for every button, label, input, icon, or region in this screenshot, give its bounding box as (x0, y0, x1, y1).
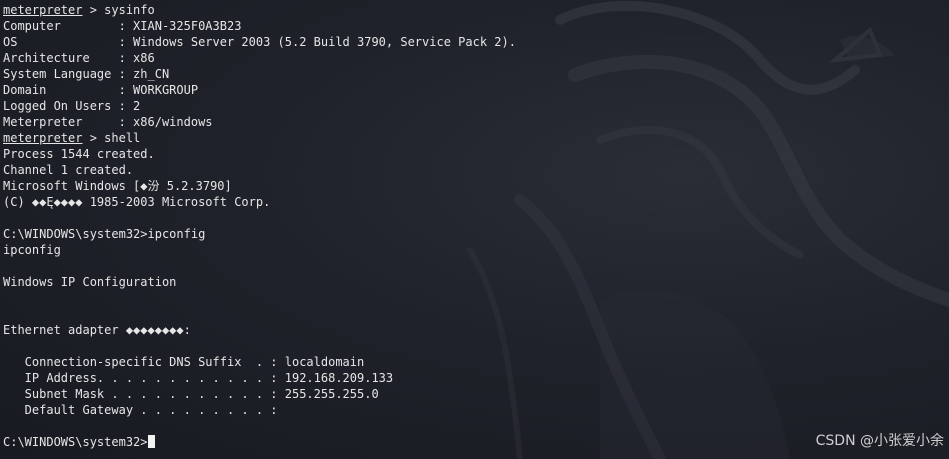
line-text: Process 1544 created. (3, 147, 155, 161)
terminal-line: Meterpreter : x86/windows (3, 114, 516, 130)
terminal-line: C:\WINDOWS\system32> (3, 434, 516, 450)
line-text: Connection-specific DNS Suffix . : local… (3, 355, 365, 369)
terminal-output: meterpreter > sysinfo Computer : XIAN-325… (3, 2, 516, 450)
terminal-line: OS : Windows Server 2003 (5.2 Build 3790… (3, 34, 516, 50)
terminal-line: Ethernet adapter ◆◆◆◆◆◆◆◆: (3, 322, 516, 338)
terminal-line: Windows IP Configuration (3, 274, 516, 290)
line-text: Ethernet adapter ◆◆◆◆◆◆◆◆: (3, 323, 191, 337)
line-text: OS : Windows Server 2003 (5.2 Build 3790… (3, 35, 516, 49)
line-text: C:\WINDOWS\system32>ipconfig (3, 227, 206, 241)
terminal-line: Microsoft Windows [◆汾 5.2.3790] (3, 178, 516, 194)
line-text: Subnet Mask . . . . . . . . . . . : 255.… (3, 387, 379, 401)
line-text: Meterpreter : x86/windows (3, 115, 213, 129)
line-text: > sysinfo (82, 3, 155, 17)
terminal-line: Logged On Users : 2 (3, 98, 516, 114)
line-text: Computer : XIAN-325F0A3B23 (3, 19, 242, 33)
text-cursor[interactable] (147, 435, 155, 448)
terminal-line: Computer : XIAN-325F0A3B23 (3, 18, 516, 34)
meterpreter-prompt: meterpreter (3, 131, 83, 145)
terminal-line: C:\WINDOWS\system32>ipconfig (3, 226, 516, 242)
terminal-line: ipconfig (3, 242, 516, 258)
line-text: (C) ◆◆Ę◆◆◆◆ 1985-2003 Microsoft Corp. (3, 195, 271, 209)
line-text: Microsoft Windows [◆汾 5.2.3790] (3, 179, 232, 193)
csdn-watermark: CSDN @小张爱小余 (815, 433, 944, 449)
line-text: ipconfig (3, 243, 61, 257)
line-text: Architecture : x86 (3, 51, 155, 65)
terminal-line: Process 1544 created. (3, 146, 516, 162)
line-text: System Language : zh_CN (3, 67, 170, 81)
terminal-line: Channel 1 created. (3, 162, 516, 178)
terminal-line: Default Gateway . . . . . . . . . : (3, 402, 516, 418)
terminal-line: meterpreter > sysinfo (3, 2, 516, 18)
line-text: Channel 1 created. (3, 163, 134, 177)
terminal-line: Connection-specific DNS Suffix . : local… (3, 354, 516, 370)
terminal-line: Subnet Mask . . . . . . . . . . . : 255.… (3, 386, 516, 402)
line-text: Windows IP Configuration (3, 275, 177, 289)
line-text: Logged On Users : 2 (3, 99, 141, 113)
terminal-line: meterpreter > shell (3, 130, 516, 146)
line-text: C:\WINDOWS\system32> (3, 435, 148, 449)
line-text: Domain : WORKGROUP (3, 83, 199, 97)
line-text: Default Gateway . . . . . . . . . : (3, 403, 278, 417)
terminal-line: (C) ◆◆Ę◆◆◆◆ 1985-2003 Microsoft Corp. (3, 194, 516, 210)
meterpreter-prompt: meterpreter (3, 3, 83, 17)
terminal-line: IP Address. . . . . . . . . . . . : 192.… (3, 370, 516, 386)
terminal-line: System Language : zh_CN (3, 66, 516, 82)
terminal-line: Architecture : x86 (3, 50, 516, 66)
terminal-line: Domain : WORKGROUP (3, 82, 516, 98)
line-text: > shell (82, 131, 141, 145)
terminal-window[interactable]: meterpreter > sysinfo Computer : XIAN-325… (0, 0, 949, 459)
line-text: IP Address. . . . . . . . . . . . : 192.… (3, 371, 394, 385)
